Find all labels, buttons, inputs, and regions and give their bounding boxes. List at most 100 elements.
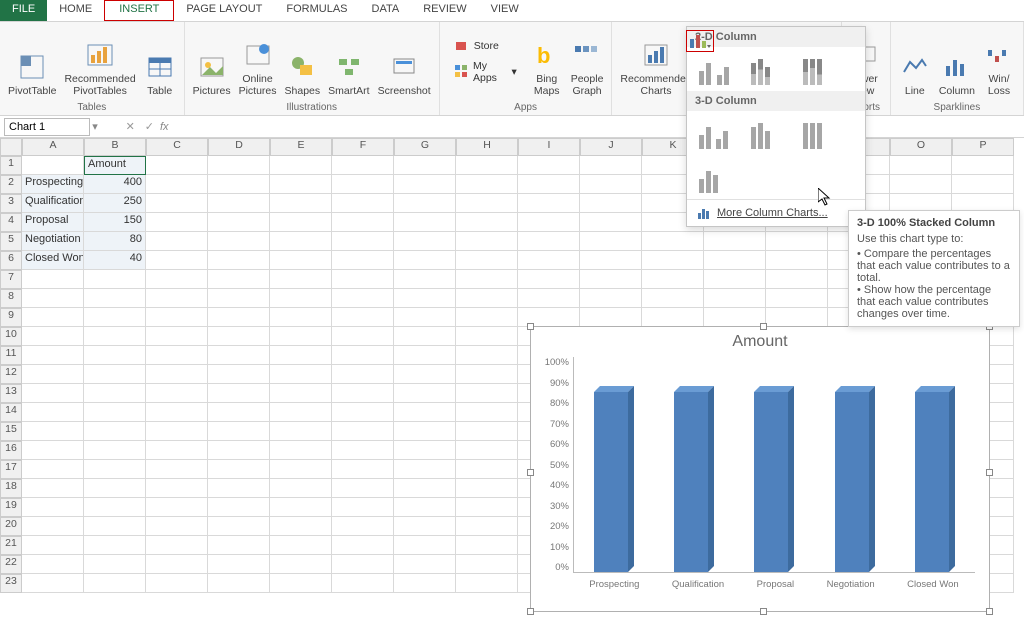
- cell-F18[interactable]: [332, 479, 394, 498]
- cell-B16[interactable]: [84, 441, 146, 460]
- cell-G19[interactable]: [394, 498, 456, 517]
- row-header-12[interactable]: 12: [0, 365, 22, 384]
- cell-F5[interactable]: [332, 232, 394, 251]
- cell-A18[interactable]: [22, 479, 84, 498]
- cell-H19[interactable]: [456, 498, 518, 517]
- col-header-A[interactable]: A: [22, 138, 84, 156]
- cell-K9[interactable]: [642, 308, 704, 327]
- cell-I1[interactable]: [518, 156, 580, 175]
- cell-F10[interactable]: [332, 327, 394, 346]
- cell-E1[interactable]: [270, 156, 332, 175]
- cell-D1[interactable]: [208, 156, 270, 175]
- insert-column-chart-button[interactable]: [686, 30, 714, 52]
- cell-H1[interactable]: [456, 156, 518, 175]
- cell-J5[interactable]: [580, 232, 642, 251]
- cell-D19[interactable]: [208, 498, 270, 517]
- cell-B14[interactable]: [84, 403, 146, 422]
- cell-J1[interactable]: [580, 156, 642, 175]
- cell-E22[interactable]: [270, 555, 332, 574]
- pictures-button[interactable]: Pictures: [189, 49, 235, 100]
- sparkline-column-button[interactable]: Column: [935, 49, 979, 100]
- row-header-17[interactable]: 17: [0, 460, 22, 479]
- cell-P1[interactable]: [952, 156, 1014, 175]
- fx-icon[interactable]: fx: [160, 121, 173, 133]
- cell-B1[interactable]: Amount: [84, 156, 146, 175]
- cell-C3[interactable]: [146, 194, 208, 213]
- cell-A6[interactable]: Closed Won: [22, 251, 84, 270]
- my-apps-button[interactable]: My Apps ▾: [450, 58, 521, 86]
- cell-D20[interactable]: [208, 517, 270, 536]
- cell-B22[interactable]: [84, 555, 146, 574]
- col-header-J[interactable]: J: [580, 138, 642, 156]
- tab-home[interactable]: HOME: [47, 0, 104, 21]
- cell-C23[interactable]: [146, 574, 208, 593]
- row-header-21[interactable]: 21: [0, 536, 22, 555]
- row-header-16[interactable]: 16: [0, 441, 22, 460]
- cell-C13[interactable]: [146, 384, 208, 403]
- cell-A2[interactable]: Prospecting: [22, 175, 84, 194]
- cell-E2[interactable]: [270, 175, 332, 194]
- row-header-10[interactable]: 10: [0, 327, 22, 346]
- tab-insert[interactable]: INSERT: [104, 0, 174, 21]
- cell-H21[interactable]: [456, 536, 518, 555]
- cell-B10[interactable]: [84, 327, 146, 346]
- cell-L8[interactable]: [704, 289, 766, 308]
- cell-C20[interactable]: [146, 517, 208, 536]
- cell-A1[interactable]: [22, 156, 84, 175]
- cell-D7[interactable]: [208, 270, 270, 289]
- cell-L7[interactable]: [704, 270, 766, 289]
- row-header-23[interactable]: 23: [0, 574, 22, 593]
- cell-G10[interactable]: [394, 327, 456, 346]
- cell-E12[interactable]: [270, 365, 332, 384]
- cell-H13[interactable]: [456, 384, 518, 403]
- cell-O2[interactable]: [890, 175, 952, 194]
- cell-B12[interactable]: [84, 365, 146, 384]
- cell-F21[interactable]: [332, 536, 394, 555]
- chart-column[interactable]: [674, 392, 714, 572]
- cell-J6[interactable]: [580, 251, 642, 270]
- col-header-P[interactable]: P: [952, 138, 1014, 156]
- cell-G8[interactable]: [394, 289, 456, 308]
- cell-A14[interactable]: [22, 403, 84, 422]
- cell-F22[interactable]: [332, 555, 394, 574]
- cell-E4[interactable]: [270, 213, 332, 232]
- cell-F12[interactable]: [332, 365, 394, 384]
- cell-F15[interactable]: [332, 422, 394, 441]
- cell-C11[interactable]: [146, 346, 208, 365]
- cell-G15[interactable]: [394, 422, 456, 441]
- cell-M8[interactable]: [766, 289, 828, 308]
- row-header-14[interactable]: 14: [0, 403, 22, 422]
- chart-column[interactable]: [754, 392, 794, 572]
- cell-F3[interactable]: [332, 194, 394, 213]
- cell-E11[interactable]: [270, 346, 332, 365]
- cell-F20[interactable]: [332, 517, 394, 536]
- cell-H11[interactable]: [456, 346, 518, 365]
- col-header-E[interactable]: E: [270, 138, 332, 156]
- cell-H4[interactable]: [456, 213, 518, 232]
- tab-data[interactable]: DATA: [360, 0, 412, 21]
- people-graph-button[interactable]: People Graph: [567, 37, 608, 100]
- cell-B23[interactable]: [84, 574, 146, 593]
- cell-F23[interactable]: [332, 574, 394, 593]
- row-header-8[interactable]: 8: [0, 289, 22, 308]
- cell-I5[interactable]: [518, 232, 580, 251]
- cell-C18[interactable]: [146, 479, 208, 498]
- col-header-I[interactable]: I: [518, 138, 580, 156]
- row-header-18[interactable]: 18: [0, 479, 22, 498]
- cell-D4[interactable]: [208, 213, 270, 232]
- cell-A20[interactable]: [22, 517, 84, 536]
- cell-G23[interactable]: [394, 574, 456, 593]
- tab-review[interactable]: REVIEW: [411, 0, 478, 21]
- cell-A9[interactable]: [22, 308, 84, 327]
- bing-maps-button[interactable]: b Bing Maps: [527, 37, 567, 100]
- cell-H2[interactable]: [456, 175, 518, 194]
- cell-D8[interactable]: [208, 289, 270, 308]
- cell-E13[interactable]: [270, 384, 332, 403]
- cell-B18[interactable]: [84, 479, 146, 498]
- online-pictures-button[interactable]: Online Pictures: [235, 37, 281, 100]
- cell-H9[interactable]: [456, 308, 518, 327]
- cell-C22[interactable]: [146, 555, 208, 574]
- cell-H6[interactable]: [456, 251, 518, 270]
- cell-I6[interactable]: [518, 251, 580, 270]
- cell-E8[interactable]: [270, 289, 332, 308]
